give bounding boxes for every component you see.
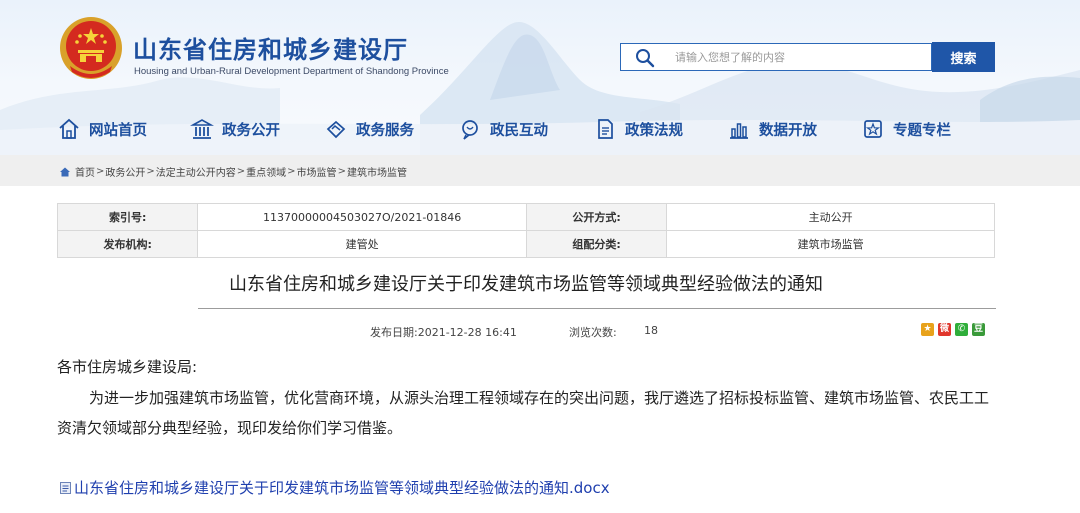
index-number-value: 11370000004503027O/2021-01846 (197, 203, 527, 231)
douban-share-icon[interactable]: 豆 (972, 323, 985, 336)
chat-icon (462, 120, 478, 140)
disclosure-method-value: 主动公开 (666, 203, 995, 231)
breadcrumb-separator: > (146, 166, 155, 177)
nav-item-special-topics[interactable]: 专题专栏 (861, 113, 951, 145)
category-value: 建筑市场监管 (666, 230, 995, 258)
nav-label: 政民互动 (490, 122, 548, 139)
nav-label: 网站首页 (89, 122, 147, 139)
search-icon[interactable] (635, 48, 655, 68)
site-subtitle: Housing and Urban-Rural Development Depa… (134, 66, 449, 77)
breadcrumb: 首页 > 政务公开 > 法定主动公开内容 > 重点领域 > 市场监管 > 建筑市… (59, 164, 407, 179)
document-info-table: 索引号: 11370000004503027O/2021-01846 公开方式:… (56, 203, 995, 258)
nav-label: 政务服务 (356, 122, 414, 139)
disclosure-method-label: 公开方式: (525, 203, 668, 231)
breadcrumb-item-home[interactable]: 首页 (75, 164, 95, 179)
attachment-filename[interactable]: 山东省住房和城乡建设厅关于印发建筑市场监管等领域典型经验做法的通知.docx (74, 477, 610, 498)
qzone-share-icon[interactable]: ★ (921, 323, 934, 336)
breadcrumb-separator: > (287, 166, 296, 177)
share-icons: ★ 微 ✆ 豆 (921, 323, 985, 336)
breadcrumb-item-government-affairs[interactable]: 政务公开 (105, 164, 145, 179)
title-divider (198, 308, 996, 309)
breadcrumb-separator: > (96, 166, 105, 177)
breadcrumb-item-construction-market[interactable]: 建筑市场监管 (347, 164, 407, 179)
views-label: 浏览次数: (569, 326, 617, 339)
index-number-label: 索引号: (56, 203, 199, 231)
nav-item-government-affairs[interactable]: 政务公开 (190, 113, 280, 145)
article-body: 为进一步加强建筑市场监管，优化营商环境，从源头治理工程领域存在的突出问题，我厅遴… (57, 389, 990, 437)
star-board-icon (864, 120, 882, 138)
national-emblem-logo (60, 17, 122, 79)
breadcrumb-item-market-supervision[interactable]: 市场监管 (297, 164, 337, 179)
bar-chart-icon (730, 123, 748, 139)
site-title: 山东省住房和城乡建设厅 (133, 36, 408, 64)
nav-label: 数据开放 (759, 122, 817, 139)
nav-item-government-services[interactable]: 政务服务 (324, 113, 414, 145)
docx-file-icon (60, 481, 71, 494)
document-icon (598, 119, 613, 139)
article-title: 山东省住房和城乡建设厅关于印发建筑市场监管等领域典型经验做法的通知 (229, 274, 823, 295)
publish-date: 发布日期:2021-12-28 16:41 (370, 326, 517, 339)
breadcrumb-separator: > (337, 166, 346, 177)
government-building-icon (190, 119, 214, 139)
nav-label: 政务公开 (222, 122, 280, 139)
nav-item-public-interaction[interactable]: 政民互动 (458, 113, 548, 145)
salutation: 各市住房城乡建设局: (57, 358, 198, 376)
table-row: 索引号: 11370000004503027O/2021-01846 公开方式:… (56, 203, 995, 231)
search-button[interactable]: 搜索 (932, 42, 995, 72)
home-icon (59, 118, 79, 139)
table-row: 发布机构: 建管处 组配分类: 建筑市场监管 (56, 230, 995, 258)
site-header: 山东省住房和城乡建设厅 Housing and Urban-Rural Deve… (0, 0, 1080, 155)
breadcrumb-separator: > (236, 166, 246, 177)
breadcrumb-item-key-areas[interactable]: 重点领域 (246, 164, 286, 179)
category-label: 组配分类: (525, 230, 668, 258)
search-input[interactable] (675, 48, 920, 67)
wechat-share-icon[interactable]: ✆ (955, 323, 968, 336)
publisher-label: 发布机构: (56, 230, 199, 258)
home-icon (60, 167, 70, 176)
views-count: 18 (644, 324, 658, 337)
publisher-value: 建管处 (197, 230, 527, 258)
nav-item-open-data[interactable]: 数据开放 (727, 113, 817, 145)
nav-label: 政策法规 (625, 122, 683, 139)
nav-item-policies-regulations[interactable]: 政策法规 (593, 113, 683, 145)
weibo-share-icon[interactable]: 微 (938, 323, 951, 336)
main-nav: 网站首页 政务公开 政务服务 政民互动 政策法规 数据开放 专题专栏 (0, 113, 1080, 145)
handshake-icon (326, 120, 346, 139)
nav-label: 专题专栏 (893, 122, 951, 139)
attachment-link[interactable]: 山东省住房和城乡建设厅关于印发建筑市场监管等领域典型经验做法的通知.docx (60, 477, 610, 498)
nav-item-home[interactable]: 网站首页 (57, 113, 147, 145)
breadcrumb-bar: 首页 > 政务公开 > 法定主动公开内容 > 重点领域 > 市场监管 > 建筑市… (0, 155, 1080, 186)
breadcrumb-item-statutory-disclosure[interactable]: 法定主动公开内容 (156, 164, 236, 179)
search-box (620, 43, 932, 71)
